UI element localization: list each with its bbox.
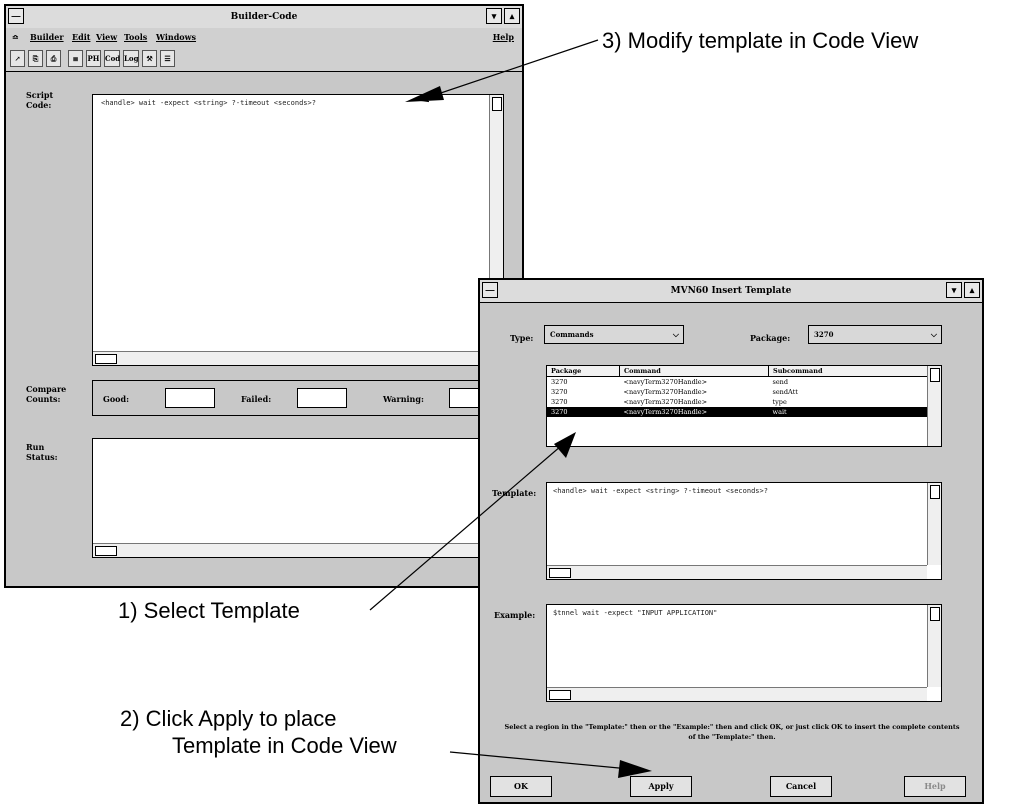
callout-step3: 3) Modify template in Code View — [602, 28, 919, 53]
callout-step2-line1: 2) Click Apply to place — [120, 706, 337, 731]
arrow-step3 — [418, 39, 599, 103]
arrow-step1 — [369, 439, 569, 611]
callout-arrows — [369, 39, 652, 778]
callout-step2-line2: Template in Code View — [172, 733, 397, 758]
arrow-step2 — [449, 751, 641, 771]
callout-step1: 1) Select Template — [118, 598, 300, 623]
